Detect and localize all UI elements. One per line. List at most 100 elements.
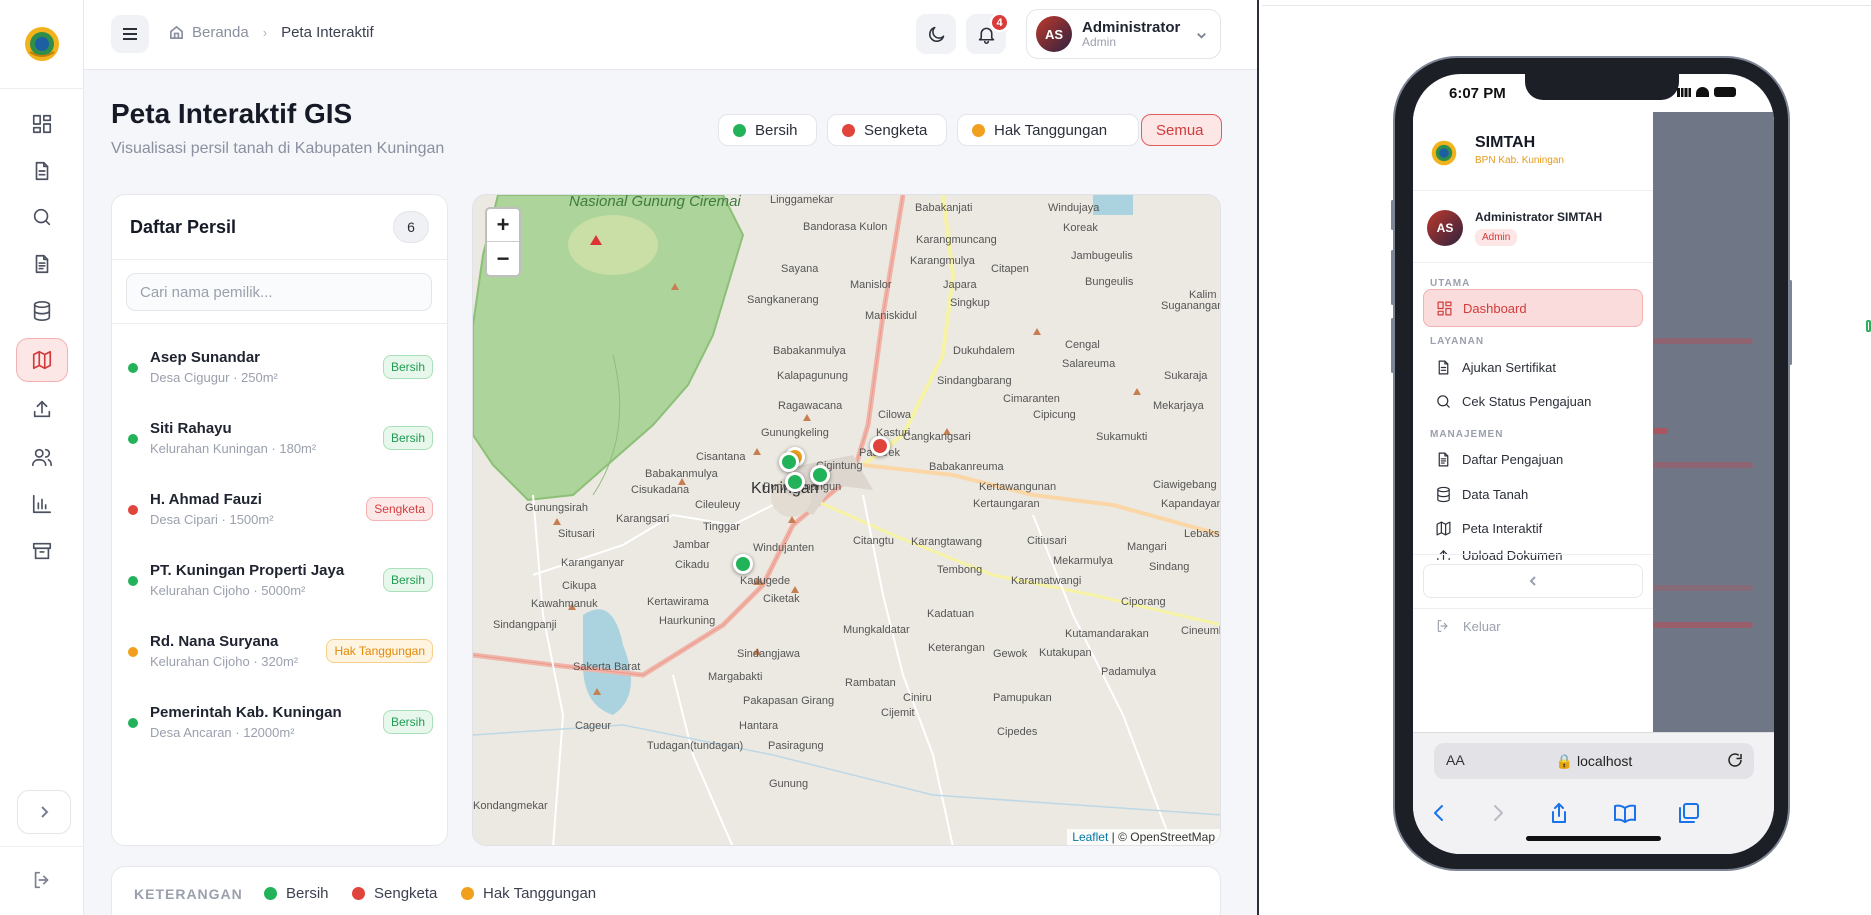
wifi-icon: [1696, 87, 1709, 97]
place-label: Mangari: [1127, 541, 1167, 553]
status-badge: Bersih: [382, 426, 433, 450]
expand-sidebar-button[interactable]: [17, 790, 71, 834]
place-label: Karangmuncang: [916, 234, 997, 246]
legend-item: Sengketa: [352, 885, 437, 902]
map-marker-bersih[interactable]: [733, 554, 753, 574]
place-label: Gewok: [993, 648, 1028, 660]
status-dot-icon: [128, 363, 138, 373]
page-subtitle: Visualisasi persil tanah di Kabupaten Ku…: [111, 140, 445, 157]
status-badge: Bersih: [382, 568, 433, 592]
document-icon: [35, 161, 49, 181]
place-label: Koreak: [1063, 222, 1098, 234]
place-label: Cangkangsari: [903, 431, 971, 443]
device-preview-toolbar: [1262, 0, 1871, 6]
menu-toggle-button[interactable]: [111, 15, 149, 53]
list-item[interactable]: Asep Sunandar Desa Cigugur · 250m² Bersi…: [112, 331, 447, 402]
zoom-out-button[interactable]: −: [487, 242, 519, 275]
place-label: Kondangmekar: [473, 800, 548, 812]
place-label: Cileuleuy: [695, 499, 741, 511]
interactive-map[interactable]: Nasional Gunung Ciremai Kuningan Linggam…: [472, 194, 1221, 846]
place-label: Sukaraja: [1164, 370, 1208, 382]
share-button[interactable]: [1547, 801, 1573, 827]
menu-label: Peta Interaktif: [1462, 520, 1543, 536]
menu-item-cek-status[interactable]: Cek Status Pengajuan: [1423, 382, 1643, 420]
users-nav[interactable]: [16, 435, 68, 479]
menu-item-data-tanah[interactable]: Data Tanah: [1423, 475, 1643, 513]
map-marker-bersih[interactable]: [785, 472, 805, 492]
edge-indicator: [1866, 320, 1871, 332]
status-badge: Bersih: [382, 710, 433, 734]
search-nav[interactable]: [16, 195, 68, 239]
menu-item-dashboard[interactable]: Dashboard: [1423, 289, 1643, 327]
archive-nav[interactable]: [16, 529, 68, 573]
map-icon: [1436, 521, 1451, 535]
breadcrumb-home-link[interactable]: Beranda: [192, 24, 249, 41]
place-label: Ciketak: [763, 593, 800, 605]
menu-item-upload-dokumen[interactable]: Upload Dokumen: [1423, 538, 1643, 560]
map-marker-bersih[interactable]: [810, 465, 830, 485]
status-badge: Bersih: [382, 355, 433, 379]
list-item[interactable]: Siti Rahayu Kelurahan Kuningan · 180m² B…: [112, 402, 447, 473]
map-marker-bersih[interactable]: [779, 452, 799, 472]
reports-nav[interactable]: [16, 482, 68, 526]
zoom-control: + −: [485, 207, 521, 277]
parcel-detail: Desa Ancaran · 12000m²: [150, 725, 295, 740]
osm-attribution: | © OpenStreetMap: [1111, 830, 1215, 844]
search-input[interactable]: [126, 273, 432, 311]
breadcrumb-separator: ›: [262, 25, 268, 40]
map-marker-sengketa[interactable]: [870, 436, 890, 456]
place-label: Kadugede: [740, 575, 791, 587]
forward-button[interactable]: [1486, 801, 1512, 827]
upload-nav[interactable]: [16, 387, 68, 431]
dark-mode-toggle[interactable]: [916, 14, 956, 54]
back-button[interactable]: [1427, 801, 1453, 827]
collapse-drawer-button[interactable]: [1423, 564, 1643, 598]
logout-button[interactable]: Keluar: [1435, 618, 1501, 634]
logout-icon: [34, 871, 49, 889]
legend-item: Bersih: [264, 885, 329, 902]
filter-bersih[interactable]: Bersih: [718, 114, 817, 146]
place-label: Windujanten: [753, 542, 815, 554]
menu-item-ajukan-sertifikat[interactable]: Ajukan Sertifikat: [1423, 348, 1643, 386]
place-label: Ciawigebang: [1153, 479, 1217, 491]
map-nav[interactable]: [16, 338, 68, 382]
bookmarks-button[interactable]: [1613, 801, 1639, 827]
dashboard-icon: [32, 114, 52, 134]
list-item[interactable]: Pemerintah Kab. Kuningan Desa Ancaran · …: [112, 686, 447, 757]
bpn-logo: [25, 27, 59, 61]
home-indicator: [1526, 836, 1661, 841]
logout-button[interactable]: [26, 864, 58, 896]
address-bar[interactable]: AA 🔒 localhost: [1434, 743, 1754, 779]
list-item[interactable]: H. Ahmad Fauzi Desa Cipari · 1500m² Seng…: [112, 473, 447, 544]
legend-title: KETERANGAN: [134, 886, 243, 902]
dashboard-nav[interactable]: [16, 102, 68, 146]
data-nav[interactable]: [16, 289, 68, 333]
parcel-detail: Kelurahan Kuningan · 180m²: [150, 441, 317, 456]
menu-item-daftar-pengajuan[interactable]: Daftar Pengajuan: [1423, 440, 1643, 478]
notifications-button[interactable]: 4: [966, 13, 1009, 54]
place-label: Kadatuan: [927, 608, 975, 620]
list-item[interactable]: Rd. Nana Suryana Kelurahan Cijoho · 320m…: [112, 615, 447, 686]
list-nav[interactable]: [16, 242, 68, 286]
legend-bar: KETERANGAN Bersih Sengketa Hak Tanggunga…: [111, 866, 1221, 915]
filter-sengketa[interactable]: Sengketa: [827, 114, 947, 146]
reload-icon[interactable]: [1726, 751, 1744, 769]
list-item[interactable]: PT. Kuningan Properti Jaya Kelurahan Cij…: [112, 544, 447, 615]
place-label: Cageur: [575, 720, 612, 732]
place-label: Lebaksiu: [1184, 528, 1220, 540]
leaflet-link[interactable]: Leaflet: [1072, 830, 1108, 844]
filter-label: Bersih: [755, 121, 798, 139]
user-menu[interactable]: AS Administrator Admin: [1026, 9, 1221, 59]
drawer-backdrop[interactable]: [1653, 112, 1774, 732]
place-label: Mekarjaya: [1153, 400, 1204, 412]
place-label: Babakanmulya: [773, 345, 846, 357]
bar-chart-icon: [32, 494, 52, 514]
zoom-in-button[interactable]: +: [487, 209, 519, 242]
filter-hak-tanggungan[interactable]: Hak Tanggungan: [957, 114, 1139, 146]
menu-label: Dashboard: [1463, 300, 1527, 316]
filter-semua[interactable]: Semua: [1141, 114, 1222, 146]
users-icon: [32, 448, 52, 467]
certificate-nav[interactable]: [16, 149, 68, 193]
tabs-button[interactable]: [1677, 801, 1703, 827]
home-icon: [170, 25, 183, 39]
